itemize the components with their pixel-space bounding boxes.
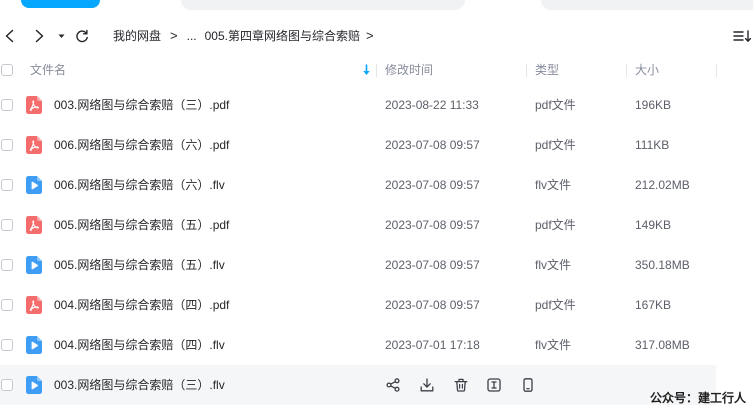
file-browser: 我的网盘 > ... 005.第四章网络图与综合索赔 > 文件名 修改时间 类型… bbox=[0, 0, 753, 405]
file-type: pdf文件 bbox=[535, 138, 576, 152]
primary-action-button[interactable] bbox=[21, 0, 100, 8]
column-divider[interactable] bbox=[716, 64, 717, 77]
table-row[interactable]: 005.网络图与综合索赔（五）.pdf 2023-07-08 09:57 pdf… bbox=[0, 205, 753, 245]
file-type: flv文件 bbox=[535, 338, 572, 352]
download-icon[interactable] bbox=[420, 378, 434, 392]
file-name[interactable]: 006.网络图与综合索赔（六）.flv bbox=[54, 165, 225, 205]
file-type: pdf文件 bbox=[535, 98, 576, 112]
chevron-right-icon[interactable] bbox=[32, 29, 46, 43]
row-checkbox[interactable] bbox=[1, 219, 13, 231]
select-all-checkbox[interactable] bbox=[1, 64, 13, 76]
column-header-name[interactable]: 文件名 bbox=[30, 58, 66, 82]
caret-down-icon[interactable] bbox=[57, 32, 66, 40]
column-header-modified[interactable]: 修改时间 bbox=[385, 58, 433, 82]
column-header-type[interactable]: 类型 bbox=[535, 58, 559, 82]
table-row[interactable]: 005.网络图与综合索赔（五）.flv 2023-07-08 09:57 flv… bbox=[0, 245, 753, 285]
pdf-icon bbox=[26, 136, 42, 154]
row-checkbox[interactable] bbox=[1, 259, 13, 271]
file-name[interactable]: 004.网络图与综合索赔（四）.flv bbox=[54, 325, 225, 365]
row-checkbox[interactable] bbox=[1, 139, 13, 151]
breadcrumb-item-root[interactable]: 我的网盘 bbox=[113, 27, 161, 45]
row-checkbox[interactable] bbox=[1, 99, 13, 111]
watermark-text: 公众号：建工行人 bbox=[650, 391, 747, 405]
arrow-down-icon[interactable] bbox=[362, 64, 371, 76]
column-divider[interactable] bbox=[526, 64, 527, 77]
table-row[interactable]: 003.网络图与综合索赔（三）.pdf 2023-08-22 11:33 pdf… bbox=[0, 85, 753, 125]
breadcrumb-separator: > bbox=[170, 28, 178, 43]
file-size: 317.08MB bbox=[635, 338, 690, 352]
breadcrumb-item-ellipsis[interactable]: ... bbox=[187, 27, 197, 45]
file-name[interactable]: 006.网络图与综合索赔（六）.pdf bbox=[54, 125, 229, 165]
top-right-toolbar[interactable] bbox=[541, 0, 753, 10]
file-name[interactable]: 003.网络图与综合索赔（三）.pdf bbox=[54, 85, 229, 125]
table-header: 文件名 修改时间 类型 大小 bbox=[0, 58, 753, 82]
row-checkbox[interactable] bbox=[1, 379, 13, 391]
file-size: 167KB bbox=[635, 298, 672, 312]
video-icon bbox=[26, 336, 42, 354]
refresh-icon[interactable] bbox=[75, 29, 89, 43]
pdf-icon bbox=[26, 216, 42, 234]
table-row[interactable]: 006.网络图与综合索赔（六）.pdf 2023-07-08 09:57 pdf… bbox=[0, 125, 753, 165]
pdf-icon bbox=[26, 96, 42, 114]
row-checkbox[interactable] bbox=[1, 299, 13, 311]
search-box[interactable] bbox=[181, 0, 465, 10]
breadcrumb-item-current[interactable]: 005.第四章网络图与综合索赔 bbox=[205, 27, 360, 45]
column-divider[interactable] bbox=[376, 64, 377, 77]
modified-time: 2023-07-08 09:57 bbox=[385, 178, 480, 192]
column-divider[interactable] bbox=[626, 64, 627, 77]
sort-list-icon[interactable] bbox=[733, 29, 752, 43]
file-size: 350.18MB bbox=[635, 258, 690, 272]
rename-icon[interactable] bbox=[487, 378, 501, 392]
chevron-left-icon[interactable] bbox=[3, 29, 17, 43]
column-header-size[interactable]: 大小 bbox=[635, 58, 659, 82]
mobile-icon[interactable] bbox=[521, 378, 535, 392]
file-type: pdf文件 bbox=[535, 298, 576, 312]
file-type: pdf文件 bbox=[535, 218, 576, 232]
modified-time: 2023-07-01 17:18 bbox=[385, 338, 480, 352]
file-type: flv文件 bbox=[535, 258, 572, 272]
file-size: 149KB bbox=[635, 218, 672, 232]
file-name[interactable]: 005.网络图与综合索赔（五）.pdf bbox=[54, 205, 229, 245]
row-checkbox[interactable] bbox=[1, 179, 13, 191]
file-name[interactable]: 005.网络图与综合索赔（五）.flv bbox=[54, 245, 225, 285]
breadcrumb-separator: > bbox=[365, 28, 374, 43]
file-name[interactable]: 004.网络图与综合索赔（四）.pdf bbox=[54, 285, 229, 325]
video-icon bbox=[26, 176, 42, 194]
pdf-icon bbox=[26, 296, 42, 314]
modified-time: 2023-07-08 09:57 bbox=[385, 218, 480, 232]
table-row[interactable]: 004.网络图与综合索赔（四）.pdf 2023-07-08 09:57 pdf… bbox=[0, 285, 753, 325]
video-icon bbox=[26, 256, 42, 274]
file-type: flv文件 bbox=[535, 178, 572, 192]
modified-time: 2023-07-08 09:57 bbox=[385, 258, 480, 272]
breadcrumb: 我的网盘 > ... 005.第四章网络图与综合索赔 > bbox=[113, 27, 374, 45]
table-row[interactable]: 004.网络图与综合索赔（四）.flv 2023-07-01 17:18 flv… bbox=[0, 325, 753, 365]
video-icon bbox=[26, 376, 42, 394]
delete-icon[interactable] bbox=[454, 378, 468, 392]
modified-time: 2023-07-08 09:57 bbox=[385, 138, 480, 152]
file-size: 111KB bbox=[635, 138, 670, 152]
file-size: 212.02MB bbox=[635, 178, 690, 192]
table-row-hovered[interactable]: 003.网络图与综合索赔（三）.flv bbox=[0, 365, 753, 405]
file-size: 196KB bbox=[635, 98, 672, 112]
table-row[interactable]: 006.网络图与综合索赔（六）.flv 2023-07-08 09:57 flv… bbox=[0, 165, 753, 205]
row-checkbox[interactable] bbox=[1, 339, 13, 351]
share-icon[interactable] bbox=[386, 378, 400, 392]
file-name[interactable]: 003.网络图与综合索赔（三）.flv bbox=[54, 365, 225, 405]
modified-time: 2023-08-22 11:33 bbox=[385, 98, 479, 112]
modified-time: 2023-07-08 09:57 bbox=[385, 298, 480, 312]
